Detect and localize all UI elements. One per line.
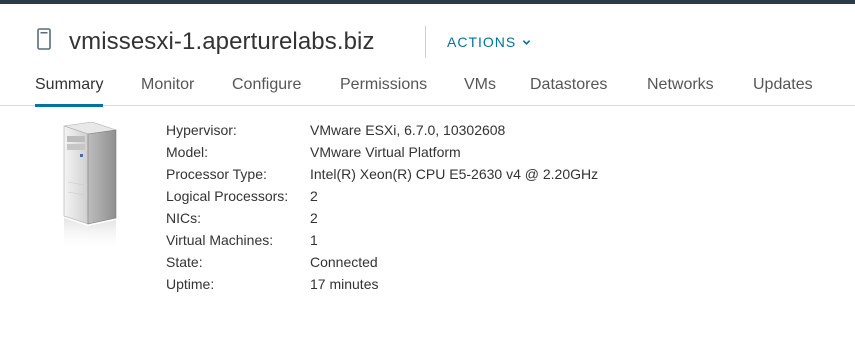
property-value: 2 <box>310 210 318 226</box>
actions-menu-button[interactable]: ACTIONS <box>447 34 531 50</box>
tab-datastores[interactable]: Datastores <box>530 74 607 106</box>
tab-vms[interactable]: VMs <box>464 74 496 106</box>
tab-monitor[interactable]: Monitor <box>141 74 194 106</box>
tab-updates[interactable]: Updates <box>753 74 813 106</box>
chevron-down-icon <box>523 39 531 45</box>
property-label: NICs: <box>166 210 201 226</box>
actions-label: ACTIONS <box>447 34 517 50</box>
tab-bar: Summary Monitor Configure Permissions VM… <box>0 64 855 107</box>
property-value: 2 <box>310 188 318 204</box>
tab-networks[interactable]: Networks <box>647 74 714 106</box>
server-image <box>63 122 117 252</box>
host-icon <box>37 28 51 50</box>
tab-permissions[interactable]: Permissions <box>340 74 427 106</box>
property-label: Processor Type: <box>166 166 267 182</box>
property-value: Connected <box>310 254 378 270</box>
page-header: vmissesxi-1.aperturelabs.biz ACTIONS <box>0 4 855 64</box>
property-value: 17 minutes <box>310 276 379 292</box>
page-title: vmissesxi-1.aperturelabs.biz <box>69 28 375 55</box>
property-label: Virtual Machines: <box>166 232 274 248</box>
header-divider <box>425 26 426 58</box>
property-value: VMware Virtual Platform <box>310 144 461 160</box>
property-label: Hypervisor: <box>166 122 237 138</box>
property-value: VMware ESXi, 6.7.0, 10302608 <box>310 122 506 138</box>
property-value: 1 <box>310 232 318 248</box>
property-label: Uptime: <box>166 276 215 292</box>
tab-summary[interactable]: Summary <box>35 74 104 107</box>
tab-configure[interactable]: Configure <box>232 74 301 106</box>
property-label: State: <box>166 254 203 270</box>
property-value: Intel(R) Xeon(R) CPU E5-2630 v4 @ 2.20GH… <box>310 166 599 182</box>
property-label: Model: <box>166 144 209 160</box>
property-label: Logical Processors: <box>166 188 289 204</box>
